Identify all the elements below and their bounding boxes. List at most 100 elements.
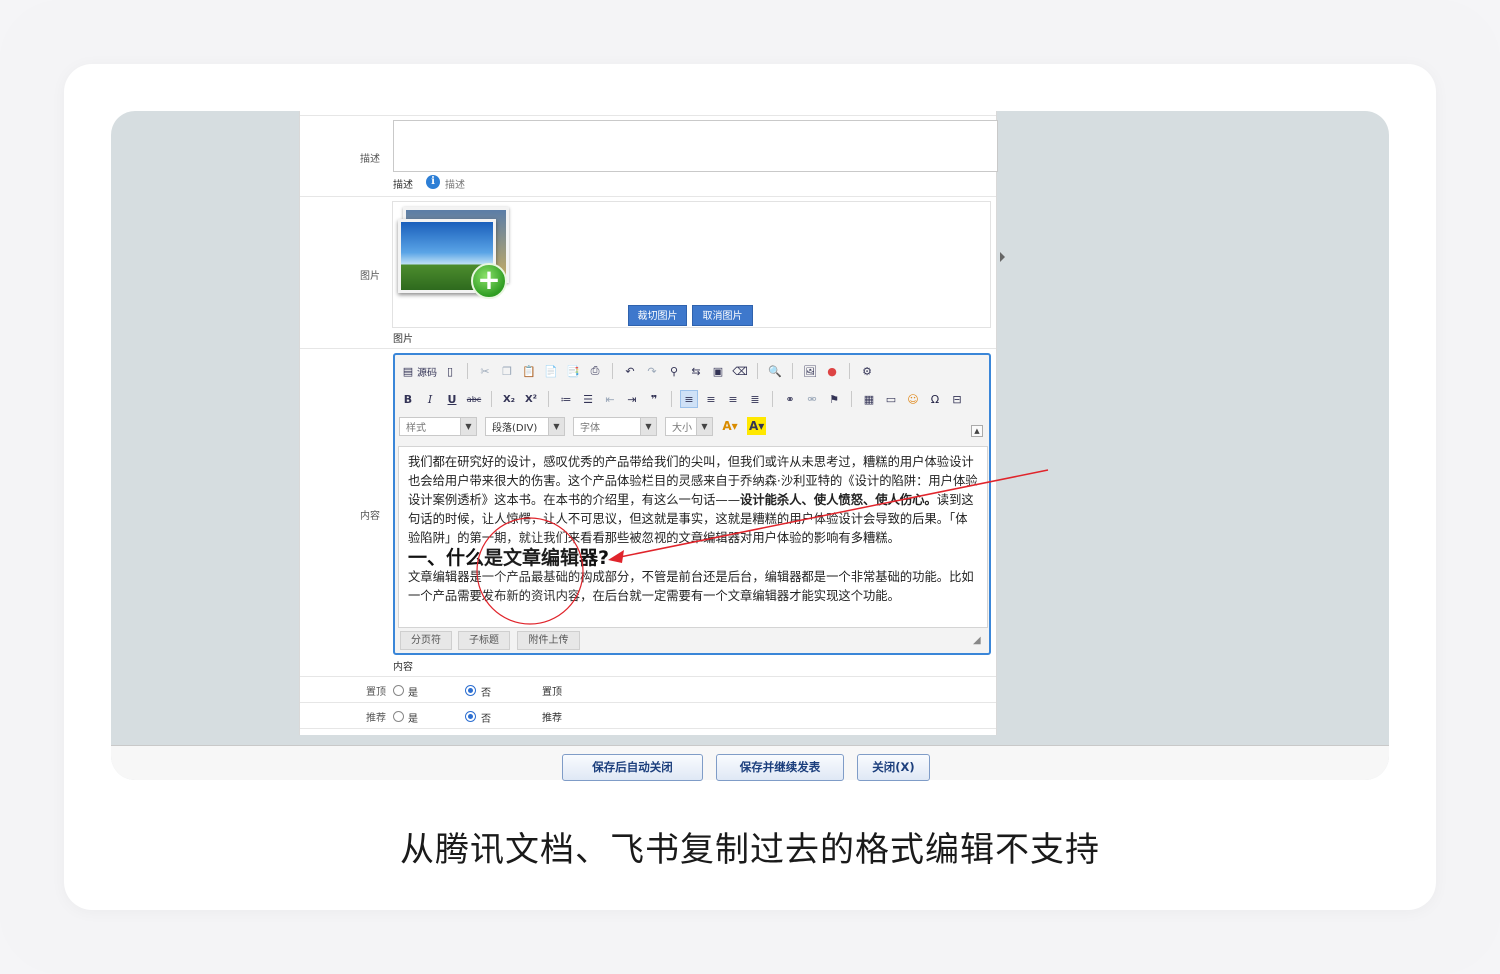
align-center-icon[interactable]: ≡ — [702, 390, 720, 408]
maximize-icon[interactable]: ⚙ — [858, 362, 876, 380]
image-upload-area[interactable]: + 裁切图片 取消图片 — [392, 201, 991, 328]
image-icon[interactable]: 🖼 — [801, 362, 819, 380]
source-icon[interactable]: ▤ — [399, 362, 417, 380]
style-dropdown[interactable]: 样式 ▼ — [399, 416, 477, 436]
anchor-icon[interactable]: ⚑ — [825, 390, 843, 408]
preview-icon[interactable]: 🔍 — [766, 362, 784, 380]
print-icon[interactable]: ⎙ — [586, 362, 604, 380]
link-icon[interactable]: ⚭ — [781, 390, 799, 408]
chevron-down-icon: ▼ — [696, 417, 712, 435]
bg-color-icon[interactable]: A▾ — [747, 417, 767, 435]
divider — [300, 115, 996, 116]
add-image-icon[interactable]: + — [471, 263, 507, 299]
content-paragraph-2: 文章编辑器是一个产品最基础的构成部分，不管是前台还是后台，编辑器都是一个非常基础… — [408, 570, 974, 603]
bold-icon[interactable]: B — [399, 390, 417, 408]
divider — [300, 348, 996, 349]
cut-icon[interactable]: ✂ — [476, 362, 494, 380]
top-label: 置顶 — [366, 687, 386, 698]
top-no-label: 否 — [481, 688, 491, 699]
close-button[interactable]: 关闭(X) — [857, 754, 930, 781]
toolbar-collapse-icon[interactable]: ▲ — [971, 425, 983, 437]
top-hint: 置顶 — [542, 687, 562, 698]
content-hint: 内容 — [393, 662, 413, 673]
font-dropdown-label: 字体 — [580, 422, 600, 434]
select-all-icon[interactable]: ▣ — [709, 362, 727, 380]
subtitle-button[interactable]: 子标题 — [458, 631, 510, 650]
resize-grip-icon[interactable]: ◢ — [973, 635, 985, 647]
italic-icon[interactable]: I — [421, 390, 439, 408]
undo-icon[interactable]: ↶ — [621, 362, 639, 380]
font-dropdown[interactable]: 字体 ▼ — [573, 416, 657, 436]
align-right-icon[interactable]: ≡ — [724, 390, 742, 408]
eraser-icon[interactable]: ⌫ — [731, 362, 749, 380]
align-justify-icon[interactable]: ≣ — [746, 390, 764, 408]
size-dropdown[interactable]: 大小 ▼ — [665, 416, 713, 436]
subscript-icon[interactable]: X₂ — [500, 390, 518, 408]
unlink-icon[interactable]: ⚮ — [803, 390, 821, 408]
article-form: 描述 描述 i 描述 图片 + 裁切图片 取消图片 图片 内容 ▤ 源码 ▯ ✂… — [299, 111, 998, 735]
save-close-button[interactable]: 保存后自动关闭 — [562, 754, 703, 781]
table-icon[interactable]: ▦ — [860, 390, 878, 408]
collapse-arrow-icon[interactable] — [1000, 252, 1005, 262]
paste-word-icon[interactable]: 📑 — [564, 362, 582, 380]
recommend-no-label: 否 — [481, 714, 491, 725]
content-label: 内容 — [360, 511, 380, 522]
copy-icon[interactable]: ❐ — [498, 362, 516, 380]
source-button[interactable]: 源码 — [417, 362, 437, 380]
recommend-yes-label: 是 — [408, 714, 418, 725]
image-hint: 图片 — [393, 334, 413, 345]
page-break-button[interactable]: 分页符 — [400, 631, 452, 650]
outdent-icon[interactable]: ⇤ — [601, 390, 619, 408]
paragraph-dropdown-label: 段落(DIV) — [492, 422, 538, 434]
desc-hint-label: 描述 — [393, 180, 413, 191]
slide-caption: 从腾讯文档、飞书复制过去的格式编辑不支持 — [400, 830, 1100, 870]
image-label: 图片 — [360, 271, 380, 282]
desc-textarea[interactable] — [393, 120, 998, 172]
paste-icon[interactable]: 📋 — [520, 362, 538, 380]
horizontal-rule-icon[interactable]: ▭ — [882, 390, 900, 408]
template-icon[interactable]: ▯ — [441, 362, 459, 380]
editor-content[interactable]: 我们都在研究好的设计，感叹优秀的产品带给我们的尖叫，但我们或许从未思考过，糟糕的… — [398, 446, 988, 628]
flash-icon[interactable]: ● — [823, 362, 841, 380]
attachment-upload-button[interactable]: 附件上传 — [517, 631, 580, 650]
smiley-icon[interactable]: ☺ — [904, 390, 922, 408]
rich-text-editor[interactable]: ▤ 源码 ▯ ✂ ❐ 📋 📄 📑 ⎙ ↶ ↷ ⚲ ⇆ ▣ ⌫ 🔍 🖼 ● ⚙ B… — [393, 353, 991, 655]
desc-hint-text: 描述 — [445, 180, 465, 191]
blockquote-icon[interactable]: ❞ — [645, 390, 663, 408]
editor-toolbar-row2: B I U abc X₂ X² ≔ ☰ ⇤ ⇥ ❞ ≡ ≡ ≡ ≣ ⚭ ⚮ ⚑ … — [399, 387, 966, 411]
recommend-yes-radio[interactable] — [393, 711, 404, 722]
underline-icon[interactable]: U — [443, 390, 461, 408]
recommend-no-radio[interactable] — [465, 711, 476, 722]
page-break-icon[interactable]: ⊟ — [948, 390, 966, 408]
desc-label: 描述 — [360, 154, 380, 165]
strike-icon[interactable]: abc — [465, 390, 483, 408]
text-color-icon[interactable]: A▾ — [721, 417, 739, 435]
replace-icon[interactable]: ⇆ — [687, 362, 705, 380]
save-continue-button[interactable]: 保存并继续发表 — [716, 754, 844, 781]
chevron-down-icon: ▼ — [548, 417, 564, 435]
paragraph-dropdown[interactable]: 段落(DIV) ▼ — [485, 416, 565, 436]
content-bold-text: 设计能杀人、使人愤怒、使人伤心。 — [740, 493, 937, 507]
chevron-down-icon: ▼ — [640, 417, 656, 435]
size-dropdown-label: 大小 — [672, 422, 692, 434]
redo-icon[interactable]: ↷ — [643, 362, 661, 380]
special-char-icon[interactable]: Ω — [926, 390, 944, 408]
find-icon[interactable]: ⚲ — [665, 362, 683, 380]
info-icon: i — [426, 175, 440, 189]
ordered-list-icon[interactable]: ≔ — [557, 390, 575, 408]
divider — [300, 196, 996, 197]
crop-image-button[interactable]: 裁切图片 — [628, 305, 687, 326]
top-yes-radio[interactable] — [393, 685, 404, 696]
top-yes-label: 是 — [408, 688, 418, 699]
top-no-radio[interactable] — [465, 685, 476, 696]
bullet-list-icon[interactable]: ☰ — [579, 390, 597, 408]
cancel-image-button[interactable]: 取消图片 — [692, 305, 753, 326]
content-heading: 一、什么是文章编辑器? — [408, 547, 610, 569]
recommend-hint: 推荐 — [542, 713, 562, 724]
paste-text-icon[interactable]: 📄 — [542, 362, 560, 380]
divider — [300, 702, 996, 703]
align-left-icon[interactable]: ≡ — [680, 390, 698, 408]
divider — [300, 676, 996, 677]
indent-icon[interactable]: ⇥ — [623, 390, 641, 408]
superscript-icon[interactable]: X² — [522, 390, 540, 408]
